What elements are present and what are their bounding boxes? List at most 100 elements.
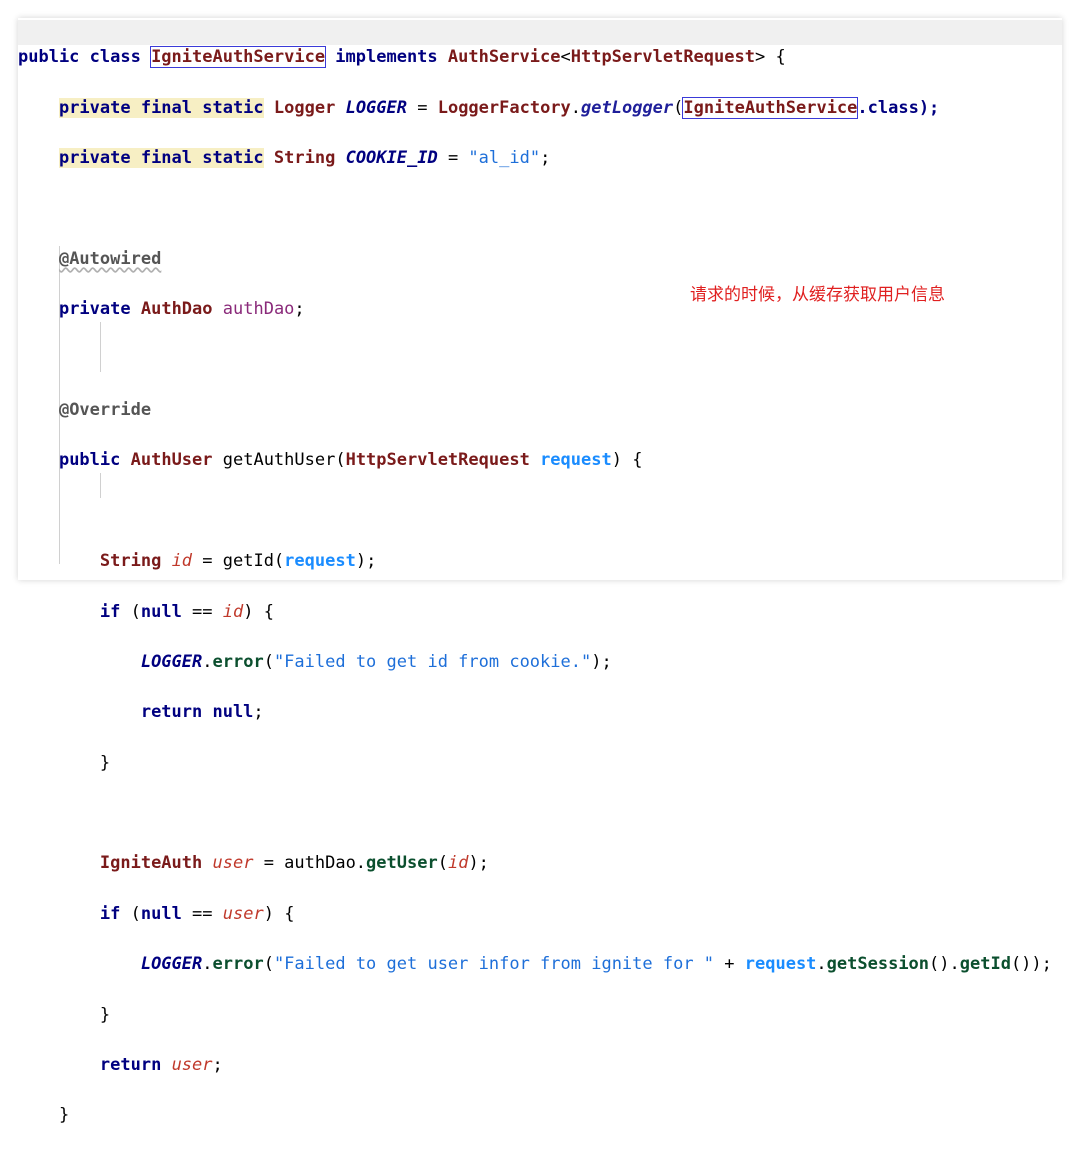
parameter-request[interactable]: request [540,450,612,470]
method-call[interactable]: error [213,954,264,974]
local-var-id[interactable]: id [172,551,192,571]
type-ref[interactable]: String [100,551,161,571]
field-authdao[interactable]: authDao [223,299,295,319]
field-logger[interactable]: LOGGER [346,98,407,118]
code-line-20: } [18,1003,1052,1028]
class-name-highlighted[interactable]: IgniteAuthService [682,96,859,119]
code-line-15: } [18,751,1052,776]
code-token: (). [929,954,960,975]
local-var-user[interactable]: user [223,904,264,924]
keyword-public: public [58,450,121,471]
code-token: ()); [1010,954,1052,975]
code-token: } [58,1105,70,1126]
type-ref[interactable]: AuthUser [131,450,213,470]
method-call[interactable]: getLogger [581,98,673,118]
local-var-user[interactable]: user [172,1055,213,1075]
keyword-return: return [99,1055,162,1076]
code-line-18: if (null == user) { [18,902,1052,927]
code-token: ) { [263,903,295,924]
modifiers-highlighted: private final static [58,97,264,118]
keyword-implements: implements [325,47,448,68]
type-ref[interactable]: String [274,148,335,168]
string-literal: "al_id" [468,147,541,168]
annotation-note: 请求的时候，从缓存获取用户信息 [690,285,945,305]
code-line-17: IgniteAuth user = authDao.getUser(id); [18,851,1052,876]
type-ref[interactable]: LoggerFactory [438,98,571,118]
method-call[interactable]: getUser [366,853,438,873]
code-token: ( [263,651,274,672]
field-cookie-id[interactable]: COOKIE_ID [346,148,438,168]
code-token: ); [468,853,489,874]
code-token: . [570,97,582,118]
type-ref[interactable]: IgniteAuth [100,853,202,873]
code-token: ) { [243,601,274,622]
code-line-21: return user; [18,1053,1052,1078]
type-ref[interactable]: AuthService [448,47,561,67]
type-ref[interactable]: HttpServletRequest [346,450,530,470]
code-token: . [816,954,827,975]
parameter-request[interactable]: request [745,954,817,974]
code-line-9: public AuthUser getAuthUser(HttpServletR… [18,448,1052,473]
annotation-override[interactable]: @Override [59,400,151,420]
code-line-11: String id = getId(request); [18,549,1052,574]
annotation-autowired[interactable]: @Autowired [59,249,161,269]
keyword-public-class: public class [18,47,152,68]
type-ref[interactable]: Logger [274,98,335,118]
code-token: > { [754,47,786,68]
code-token: } [99,1004,111,1025]
type-ref[interactable]: AuthDao [141,299,213,319]
type-ref[interactable]: HttpServletRequest [571,47,755,67]
code-token: ; [212,1055,223,1076]
code-token: ) { [611,450,643,471]
code-token: ( [673,97,684,118]
field-logger[interactable]: LOGGER [141,954,202,974]
code-line-2: private final static Logger LOGGER = Log… [18,96,1052,121]
code-token: ( [120,903,141,924]
code-token: ; [540,147,551,168]
class-name-highlighted[interactable]: IgniteAuthService [150,46,327,69]
parameter-request[interactable]: request [284,551,356,571]
method-call[interactable]: getId [960,954,1011,974]
method-call[interactable]: error [213,652,264,672]
field-logger[interactable]: LOGGER [141,652,202,672]
local-var-id[interactable]: id [223,602,243,622]
method-declaration[interactable]: getAuthUser( [213,450,346,470]
code-line-12: if (null == id) { [18,600,1052,625]
string-literal: "Failed to get user infor from ignite fo… [273,954,715,975]
local-var-id[interactable]: id [448,853,468,873]
keyword-return-null: return null [140,702,254,723]
local-var-user[interactable]: user [213,853,254,873]
code-token: + [714,954,745,975]
code-token: == [181,903,223,924]
modifiers-highlighted: private final static [58,147,264,168]
keyword-null: null [140,903,182,924]
code-block[interactable]: public class IgniteAuthService implement… [18,20,1052,1154]
code-token: ; [253,702,264,723]
code-line-22: } [18,1103,1052,1128]
code-token: } [99,752,111,773]
method-call[interactable]: getSession [827,954,929,974]
code-line-3: private final static String COOKIE_ID = … [18,146,1052,171]
